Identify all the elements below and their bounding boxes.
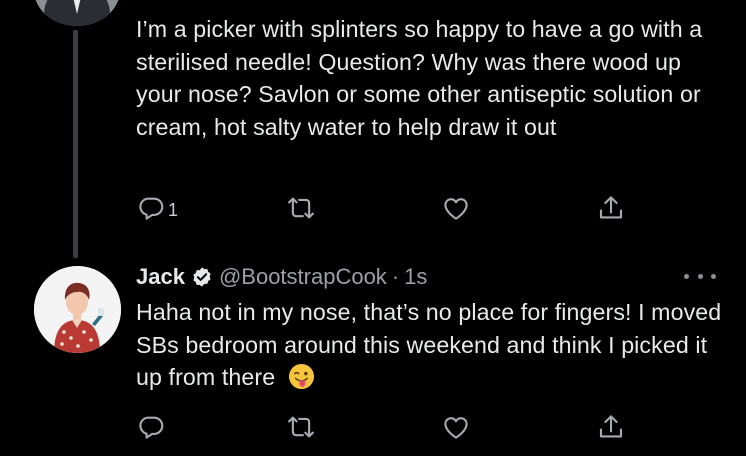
tweet-text: I’m a picker with splinters so happy to … [136, 16, 703, 140]
like-icon [444, 198, 468, 220]
like-button[interactable] [441, 193, 471, 223]
reply-icon [139, 197, 164, 220]
more-dot [684, 273, 689, 279]
avatar[interactable] [34, 266, 121, 353]
avatar[interactable] [34, 0, 120, 26]
reply-count: 1 [168, 199, 179, 220]
thread-connector-line [73, 30, 78, 258]
avatar-image [34, 266, 121, 353]
tweet-body: Haha not in my nose, that’s no place for… [136, 299, 722, 390]
like-button[interactable] [441, 412, 471, 442]
retweet-icon [288, 197, 314, 219]
retweet-icon [288, 416, 314, 438]
share-icon [599, 196, 623, 219]
retweet-button[interactable] [286, 412, 316, 442]
reply-button[interactable] [136, 412, 166, 442]
more-dot [711, 273, 716, 279]
tweet-actions [136, 412, 636, 448]
separator-dot: · [391, 264, 400, 289]
tweet-header: Jack @BootstrapCook · 1s [136, 262, 427, 292]
verified-badge-icon [193, 267, 211, 287]
more-dot [697, 273, 703, 279]
tongue-out-emoji [288, 363, 314, 390]
retweet-button[interactable] [286, 193, 316, 223]
timestamp[interactable]: 1s [404, 264, 427, 290]
share-button[interactable] [596, 412, 626, 442]
more-options-icon[interactable] [684, 266, 716, 286]
tweet-text: Haha not in my nose, that’s no place for… [136, 296, 726, 394]
like-icon [444, 417, 468, 439]
tweet-actions: 1 [136, 193, 636, 229]
user-handle[interactable]: @BootstrapCook [219, 264, 387, 290]
share-icon [599, 415, 623, 438]
reply-icon [139, 416, 164, 439]
reply-button[interactable]: 1 [136, 193, 178, 223]
share-button[interactable] [596, 193, 626, 223]
display-name[interactable]: Jack [136, 264, 185, 290]
